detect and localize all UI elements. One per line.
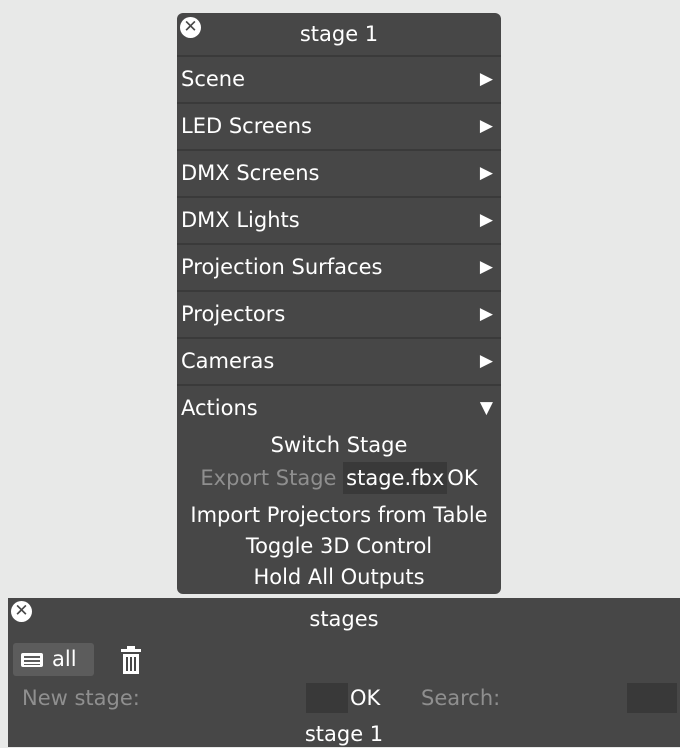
collapse-arrow-icon: ▼	[479, 398, 493, 418]
expand-arrow-icon: ▶	[479, 69, 493, 89]
menu-item-label: Cameras	[181, 349, 275, 373]
export-stage-row: Export Stage stage.fbx OK	[177, 462, 501, 494]
menu-item-actions[interactable]: Actions ▼	[177, 386, 501, 431]
export-filename-field[interactable]: stage.fbx	[343, 462, 448, 494]
menu-item-label: Projectors	[181, 302, 286, 326]
expand-arrow-icon: ▶	[479, 257, 493, 277]
menu-item-dmx-screens[interactable]: DMX Screens ▶	[177, 151, 501, 198]
menu-item-label: DMX Screens	[181, 161, 320, 185]
search-label: Search:	[421, 686, 501, 710]
expand-arrow-icon: ▶	[479, 210, 493, 230]
filter-all-button[interactable]: all	[13, 643, 94, 676]
expand-arrow-icon: ▶	[479, 163, 493, 183]
stage-panel-header: ✕ stage 1	[177, 13, 501, 57]
toggle-3d-control-button[interactable]: Toggle 3D Control	[177, 531, 501, 561]
menu-item-cameras[interactable]: Cameras ▶	[177, 339, 501, 386]
trash-icon[interactable]	[120, 646, 142, 674]
switch-stage-button[interactable]: Switch Stage	[177, 430, 501, 460]
filter-all-label: all	[52, 647, 77, 671]
stages-panel-title: stages	[309, 607, 379, 631]
menu-item-label: Scene	[181, 67, 246, 91]
menu-item-label: Actions	[181, 396, 258, 420]
expand-arrow-icon: ▶	[479, 351, 493, 371]
menu-item-led-screens[interactable]: LED Screens ▶	[177, 104, 501, 151]
menu-item-scene[interactable]: Scene ▶	[177, 57, 501, 104]
menu-item-label: LED Screens	[181, 114, 312, 138]
stage-panel-title: stage 1	[299, 22, 379, 46]
menu-item-projection-surfaces[interactable]: Projection Surfaces ▶	[177, 245, 501, 292]
stages-panel: ✕ stages all New stage: OK Search: stage…	[8, 598, 680, 747]
expand-arrow-icon: ▶	[479, 116, 493, 136]
import-projectors-button[interactable]: Import Projectors from Table	[177, 500, 501, 530]
search-input[interactable]	[627, 683, 677, 713]
menu-item-dmx-lights[interactable]: DMX Lights ▶	[177, 198, 501, 245]
menu-item-label: Projection Surfaces	[181, 255, 383, 279]
export-ok-button[interactable]: OK	[447, 466, 477, 490]
hold-all-outputs-button[interactable]: Hold All Outputs	[177, 562, 501, 592]
expand-arrow-icon: ▶	[479, 304, 493, 324]
new-stage-input[interactable]	[306, 683, 348, 713]
list-icon	[21, 653, 43, 667]
menu-item-label: DMX Lights	[181, 208, 300, 232]
stage-list-item[interactable]: stage 1	[8, 720, 680, 748]
stage-panel: ✕ stage 1 Scene ▶ LED Screens ▶ DMX Scre…	[177, 13, 501, 594]
new-stage-label: New stage:	[22, 686, 140, 710]
new-stage-ok-button[interactable]: OK	[350, 682, 380, 714]
export-stage-button[interactable]: Export Stage	[200, 466, 336, 490]
menu-item-projectors[interactable]: Projectors ▶	[177, 292, 501, 339]
